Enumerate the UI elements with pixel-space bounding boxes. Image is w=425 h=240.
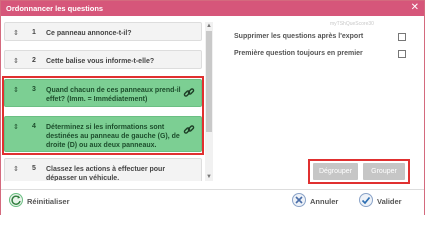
up-down-arrows-icon[interactable]: ⇕ — [13, 165, 19, 173]
watermark: myTShQueScore30 — [330, 21, 374, 27]
scroll-up-icon[interactable]: ▲ — [205, 22, 213, 30]
scrollbar[interactable]: ▲ ▼ — [205, 22, 213, 181]
reset-button[interactable]: Réinitialiser — [27, 197, 70, 206]
question-text: Classez les actions à effectuer pour dép… — [46, 166, 166, 181]
question-item-1[interactable]: ⇕ 1 Ce panneau annonce-t-il? — [4, 22, 202, 41]
ungroup-button[interactable]: Dégrouper — [313, 163, 358, 180]
question-text: Cette balise vous informe-t-elle? — [46, 58, 155, 65]
option-first-question-checkbox[interactable] — [398, 50, 406, 58]
option-delete-after-export-checkbox[interactable] — [398, 33, 406, 41]
question-item-2[interactable]: ⇕ 2 Cette balise vous informe-t-elle? — [4, 50, 202, 69]
dialog-title: Ordonnancer les questions — [6, 4, 104, 13]
check-icon[interactable] — [359, 193, 373, 207]
reset-icon[interactable] — [9, 193, 23, 207]
question-number: 1 — [32, 29, 36, 36]
option-delete-after-export-label: Supprimer les questions après l'export — [234, 33, 364, 40]
group-button[interactable]: Grouper — [363, 163, 405, 180]
close-icon[interactable]: ✕ — [411, 2, 419, 14]
question-item-5[interactable]: ⇕ 5 Classez les actions à effectuer pour… — [4, 158, 202, 181]
scroll-down-icon[interactable]: ▼ — [205, 173, 213, 181]
selection-highlight — [2, 76, 204, 155]
option-first-question-label: Première question toujours en premier — [234, 50, 363, 57]
question-text: Ce panneau annonce-t-il? — [46, 30, 132, 37]
up-down-arrows-icon[interactable]: ⇕ — [13, 29, 19, 37]
up-down-arrows-icon[interactable]: ⇕ — [13, 57, 19, 65]
question-number: 5 — [32, 165, 36, 172]
footer: Réinitialiser Annuler Valider — [1, 189, 424, 215]
titlebar: Ordonnancer les questions ✕ — [1, 1, 424, 16]
order-questions-dialog: Ordonnancer les questions ✕ ⇕ 1 Ce panne… — [0, 0, 425, 215]
validate-button[interactable]: Valider — [377, 197, 402, 206]
scrollbar-thumb[interactable] — [206, 31, 212, 132]
question-number: 2 — [32, 57, 36, 64]
cancel-icon[interactable] — [292, 193, 306, 207]
cancel-button[interactable]: Annuler — [310, 197, 338, 206]
